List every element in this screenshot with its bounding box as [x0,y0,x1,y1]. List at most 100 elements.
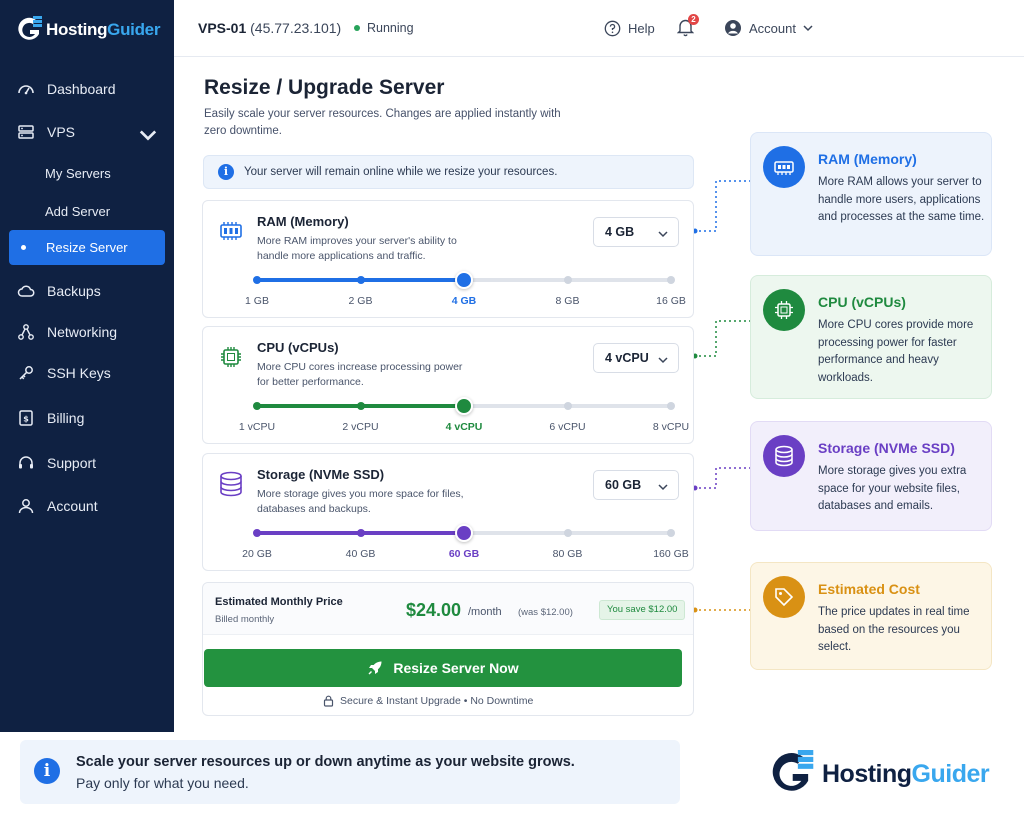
storage-slider-stop[interactable] [253,529,261,537]
sidebar-item-add-server[interactable]: Add Server [9,194,165,228]
ram-slider[interactable] [253,271,675,289]
sidebar-item-resize-server[interactable]: Resize Server [9,230,165,265]
ram-slider-stop[interactable] [356,276,365,284]
storage-slider-label[interactable]: 20 GB [242,548,272,560]
sidebar-item-my-servers[interactable]: My Servers [9,156,165,190]
key-icon [19,366,33,380]
savings-badge: You save $12.00 [599,600,686,620]
storage-slider-stop[interactable] [356,529,365,537]
ram-title: RAM (Memory) [257,214,349,229]
storage-slider-knob[interactable] [455,524,473,542]
chevron-down-icon [658,357,668,364]
info-card-cpu: CPU (vCPUs) More CPU cores provide more … [750,275,992,399]
ram-slider-label[interactable]: 16 GB [656,295,686,307]
info-text-cpu: More CPU cores provide more processing p… [818,319,974,384]
storage-description: More storage gives you more space for fi… [257,488,464,515]
brand-text: HostingGuider [822,759,990,788]
info-icon-ram [763,146,805,188]
sidebar-item-vps[interactable]: VPS [9,115,165,149]
cpu-slider-knob[interactable] [455,397,473,415]
cpu-select[interactable]: 4 vCPU [593,343,679,373]
storage-slider-stop[interactable] [563,529,572,537]
sidebar-item-label: VPS [47,124,76,140]
cpu-slider-stop[interactable] [563,402,572,410]
storage-slider-stop[interactable] [667,529,675,537]
notice-text: Your server will remain online while we … [244,166,558,178]
help-circle-icon [604,20,621,37]
sidebar-item-networking[interactable]: Networking [9,315,165,349]
notifications-button[interactable]: 2 [676,14,699,42]
cpu-chip-icon [221,347,241,367]
server-status: Running [354,21,414,35]
ram-slider-label[interactable]: 4 GB [452,295,477,307]
account-menu[interactable]: Account [724,19,813,37]
storage-select-value: 60 GB [605,478,642,492]
previous-price: (was $12.00) [518,607,573,618]
info-title-cost: Estimated Cost [818,581,920,597]
cpu-select-value: 4 vCPU [605,351,649,365]
avatar-icon [725,20,741,36]
sidebar-item-account[interactable]: Account [9,489,165,523]
info-title-ram: RAM (Memory) [818,151,917,167]
ram-slider-stop[interactable] [667,276,675,284]
help-link[interactable]: Help [604,20,655,37]
price-tag-icon [775,588,794,607]
cpu-slider-label[interactable]: 4 vCPU [446,421,483,433]
logo-mark-icon [772,750,814,791]
storage-slider-label[interactable]: 160 GB [653,548,689,560]
database-icon [775,445,793,467]
storage-select[interactable]: 60 GB [593,470,679,500]
cpu-slider-stop[interactable] [667,402,675,410]
resize-server-button[interactable]: Resize Server Now [204,649,682,687]
sidebar-item-label: Networking [47,324,118,340]
storage-slider-label[interactable]: 60 GB [449,548,479,560]
topbar: VPS-01 (45.77.23.101) Running Help 2 Acc… [174,0,1024,57]
price-unit: /month [468,606,502,618]
price-label: Estimated Monthly Price [215,596,343,608]
cpu-slider-label[interactable]: 2 vCPU [342,421,378,433]
brand-logo: HostingGuider [766,750,990,798]
logo-text: HostingGuider [46,20,161,39]
sidebar-item-support[interactable]: Support [9,446,165,480]
page-title: Resize / Upgrade Server [204,76,445,99]
ram-select[interactable]: 4 GB [593,217,679,247]
info-title-storage: Storage (NVMe SSD) [818,440,955,456]
sidebar-item-billing[interactable]: $ Billing [9,401,165,435]
notification-badge: 2 [688,14,699,25]
invoice-icon: $ [19,410,33,426]
cpu-slider[interactable] [253,397,675,415]
price-summary: Estimated Monthly Price Billed monthly $… [203,583,693,635]
cpu-slider-label[interactable]: 6 vCPU [549,421,585,433]
cpu-slider-stop[interactable] [253,402,261,410]
info-text-storage: More storage gives you extra space for y… [818,465,967,512]
ram-description: More RAM improves your server's ability … [257,235,457,262]
cpu-slider-label[interactable]: 1 vCPU [239,421,275,433]
status-dot [354,25,360,31]
storage-slider-label[interactable]: 80 GB [553,548,583,560]
ram-slider-label[interactable]: 2 GB [349,295,373,307]
cpu-slider-label[interactable]: 8 vCPU [653,421,689,433]
info-card-storage: Storage (NVMe SSD) More storage gives yo… [750,421,992,531]
banner-subline: Pay only for what you need. [76,775,249,791]
ram-slider-stop[interactable] [253,276,261,284]
ram-slider-label[interactable]: 1 GB [245,295,269,307]
ram-slider-stop[interactable] [563,276,572,284]
sidebar-item-dashboard[interactable]: Dashboard [9,72,165,106]
ram-slider-label[interactable]: 8 GB [556,295,580,307]
logo-mark-icon [18,16,42,40]
sidebar-item-label: Resize Server [46,240,128,255]
ram-slider-knob[interactable] [455,271,473,289]
cpu-slider-stop[interactable] [356,402,365,410]
sidebar-item-backups[interactable]: Backups [9,274,165,308]
sidebar-item-label: My Servers [45,165,111,181]
chevron-down-icon [139,130,157,141]
info-text-ram: More RAM allows your server to handle mo… [818,176,985,223]
server-ip: (45.77.23.101) [250,20,342,36]
storage-slider[interactable] [253,524,675,542]
info-title-cpu: CPU (vCPUs) [818,294,906,310]
price-amount: $24.00 [406,600,462,620]
sidebar-item-ssh-keys[interactable]: SSH Keys [9,356,165,390]
storage-slider-label[interactable]: 40 GB [346,548,376,560]
cpu-card: CPU (vCPUs) More CPU cores increase proc… [202,326,694,444]
logo[interactable]: HostingGuider [16,16,160,44]
